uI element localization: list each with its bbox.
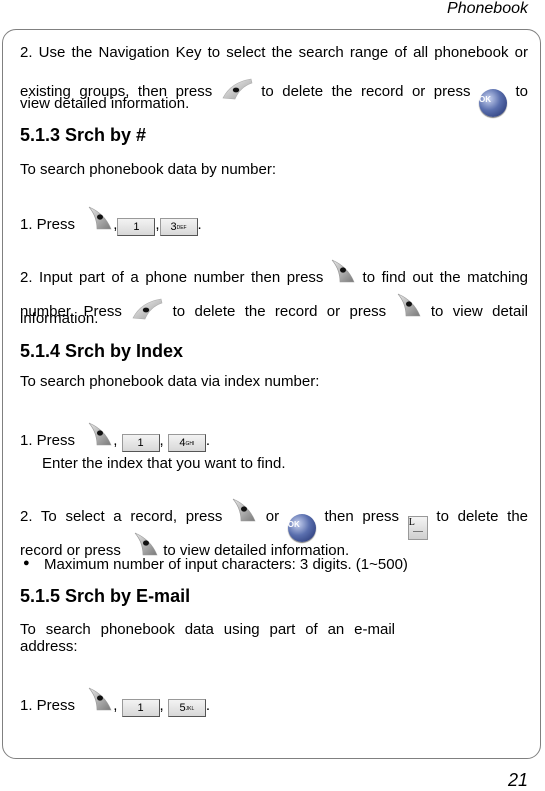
section-intro: address: [20, 638, 78, 655]
step-1: 1. Press , 1, 4GHI. [20, 421, 528, 452]
text: 1. Press [20, 432, 76, 449]
paragraph-line: 2. Use the Navigation Key to select the … [20, 44, 528, 61]
key-1-icon: 1 [121, 434, 160, 452]
key-1-icon: 1 [117, 218, 156, 236]
right-soft-key-icon [133, 531, 159, 557]
text: or [265, 508, 280, 525]
right-soft-key-icon [330, 258, 356, 284]
text: 2. Input part of a phone number then pre… [20, 269, 324, 286]
step-1: 1. Press , 1, 3DEF. [20, 205, 528, 236]
key-3-icon: 3DEF [159, 218, 198, 236]
paragraph-line: view detailed information. [20, 95, 190, 112]
step-2-line: information. [20, 310, 99, 327]
key-5-icon: 5JKL [167, 699, 206, 717]
section-heading-5-1-4: 5.1.4 Srch by Index [20, 341, 184, 361]
right-soft-key-icon [231, 497, 257, 523]
section-heading-5-1-3: 5.1.3 Srch by # [20, 125, 147, 145]
right-soft-key-icon [87, 421, 113, 447]
step-1: 1. Press , 1, 5JKL. [20, 686, 528, 717]
step-2-line: 2. Input part of a phone number then pre… [20, 258, 528, 286]
right-soft-key-icon [87, 686, 113, 712]
key-1-icon: 1 [121, 699, 160, 717]
section-heading-5-1-5: 5.1.5 Srch by E-mail [20, 586, 191, 606]
bullet-icon: ● [23, 557, 30, 569]
step-2-line: record or press to view detailed informa… [20, 531, 528, 559]
key-4-icon: 4GHI [167, 434, 206, 452]
text: 1. Press [20, 216, 76, 233]
text: 1. Press [20, 697, 76, 714]
step-1-note: Enter the index that you want to find. [42, 455, 286, 472]
section-intro: To search phonebook data using part of a… [20, 621, 395, 638]
text: then press [324, 508, 400, 525]
text: to delete the [436, 508, 529, 525]
section-intro: To search phonebook data via index numbe… [20, 373, 320, 390]
page-header-title: Phonebook [447, 0, 528, 17]
page-number: 21 [507, 770, 528, 790]
bullet-text: Maximum number of input characters: 3 di… [44, 556, 408, 573]
text: to find out the matching [362, 269, 529, 286]
section-intro: To search phonebook data by number: [20, 161, 277, 178]
right-soft-key-icon [87, 205, 113, 231]
text: 2. To select a record, press [20, 508, 223, 525]
